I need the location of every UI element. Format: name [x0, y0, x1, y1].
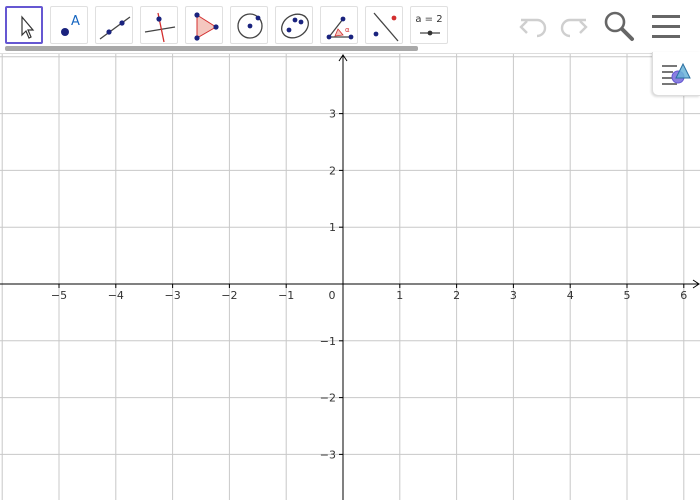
point-tool-label: A	[71, 14, 80, 29]
main-menu-button[interactable]	[648, 8, 684, 44]
slider-icon	[420, 30, 440, 36]
undo-icon	[519, 18, 547, 38]
polygon-icon	[194, 12, 219, 41]
angle-tool-button[interactable]: α	[320, 6, 358, 44]
x-tick-label: 0	[329, 289, 336, 302]
perpendicular-line-icon	[144, 12, 176, 43]
y-tick-label: −2	[320, 392, 336, 405]
coordinate-grid[interactable]: −5 −4 −3 −2 −1 0 1 2 3 4 5 6 1 2 3 −1 −2 −3	[0, 54, 700, 500]
move-tool-button[interactable]	[5, 6, 43, 44]
redo-button[interactable]	[554, 8, 590, 44]
x-tick-label: −5	[51, 289, 67, 302]
angle-tool-label: α	[345, 26, 350, 34]
polygon-tool-button[interactable]	[185, 6, 223, 44]
x-tick-label: 4	[567, 289, 574, 302]
point-icon: A	[61, 14, 80, 36]
style-bar-toggle-button[interactable]	[652, 52, 700, 96]
x-tick-label: −2	[221, 289, 237, 302]
circle-center-point-icon	[237, 13, 263, 39]
y-tick-label: 2	[329, 164, 336, 177]
geogebra-app: A α a = 2 −5 −4 −3 −2 −1 0 1 2 3 4 5 6 1…	[0, 0, 700, 500]
undo-button[interactable]	[517, 8, 553, 44]
reflect-tool-button[interactable]	[365, 6, 403, 44]
toolbar: A α a = 2	[0, 0, 700, 54]
search-icon	[604, 11, 634, 41]
x-tick-label: 2	[453, 289, 460, 302]
angle-icon: α	[326, 16, 354, 40]
conic-tool-button[interactable]	[275, 6, 313, 44]
search-button[interactable]	[601, 8, 637, 44]
reflect-about-line-icon	[373, 12, 399, 42]
line-tool-button[interactable]	[95, 6, 133, 44]
line-through-points-icon	[99, 16, 131, 40]
graphics-view[interactable]: −5 −4 −3 −2 −1 0 1 2 3 4 5 6 1 2 3 −1 −2 −3	[0, 54, 700, 500]
slider-tool-button[interactable]: a = 2	[410, 6, 448, 44]
x-tick-label: 3	[510, 289, 517, 302]
hamburger-menu-icon	[652, 15, 680, 38]
x-tick-label: −1	[278, 289, 294, 302]
style-bar-icon	[662, 62, 691, 85]
y-tick-label: 1	[329, 221, 336, 234]
y-tick-label: −1	[320, 335, 336, 348]
ellipse-icon	[281, 13, 309, 39]
x-tick-label: 6	[680, 289, 687, 302]
x-tick-label: −4	[108, 289, 124, 302]
arrow-pointer-icon	[21, 15, 35, 39]
y-tick-label: 3	[329, 108, 336, 121]
x-tick-label: 5	[624, 289, 631, 302]
perpendicular-line-tool-button[interactable]	[140, 6, 178, 44]
point-tool-button[interactable]: A	[50, 6, 88, 44]
y-tick-label: −3	[320, 448, 336, 461]
circle-tool-button[interactable]	[230, 6, 268, 44]
toolbar-scrollbar[interactable]	[5, 46, 418, 51]
x-tick-label: 1	[396, 289, 403, 302]
redo-icon	[560, 18, 588, 38]
x-tick-label: −3	[164, 289, 180, 302]
